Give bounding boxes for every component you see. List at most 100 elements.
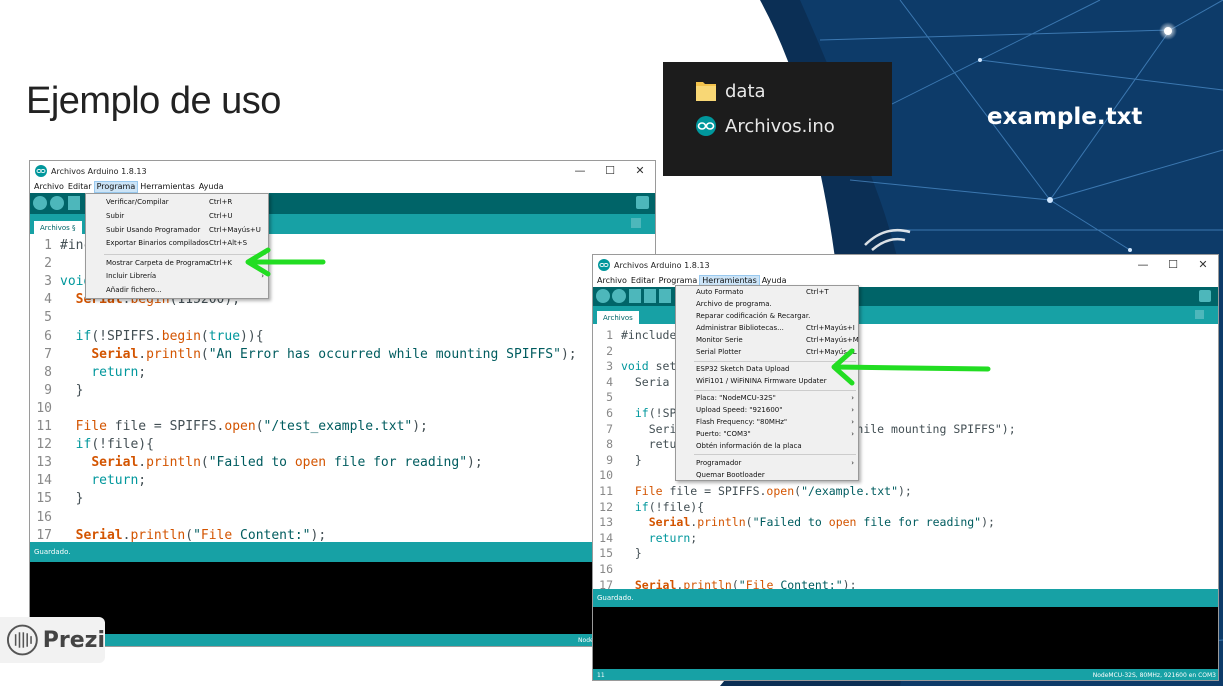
line-number: 2 <box>606 343 613 358</box>
code-line: Serial.println("Failed to open file for … <box>91 455 483 471</box>
minimize-icon[interactable]: — <box>1128 255 1158 275</box>
code-line: File file = SPIFFS.open("/example.txt"); <box>634 484 912 498</box>
verify-button[interactable] <box>596 289 610 303</box>
line-number: 5 <box>606 390 613 405</box>
menu-item[interactable]: Verificar/Compilar Ctrl+R <box>86 198 268 209</box>
open-sketch-button[interactable] <box>644 289 656 303</box>
line-number: 15 <box>36 491 52 507</box>
menu-item-label: Administrar Bibliotecas... <box>696 324 784 332</box>
menu-item-shortcut: Ctrl+K <box>209 259 232 267</box>
code-line: return; <box>648 530 698 545</box>
line-number: 17 <box>36 527 52 543</box>
menu-item[interactable]: Archivo de programa. <box>676 300 858 311</box>
menu-separator <box>694 390 856 391</box>
menu-ayuda[interactable]: Ayuda <box>197 181 226 193</box>
tab-archivos[interactable]: Archivos <box>597 311 639 324</box>
arduino-icon <box>35 165 47 177</box>
programa-dropdown-menu: Verificar/Compilar Ctrl+R Subir Ctrl+U Subir… <box>85 193 269 299</box>
menu-item[interactable]: Obtén información de la placa <box>676 442 858 453</box>
maximize-icon[interactable]: ☐ <box>595 161 625 181</box>
menu-item-label: Añadir fichero... <box>106 286 162 294</box>
submenu-chevron-icon: › <box>851 418 854 426</box>
prezi-badge[interactable]: Prezi <box>0 617 105 663</box>
tab-archivos[interactable]: Archivos § <box>34 221 82 234</box>
menu-archivo[interactable]: Archivo <box>32 181 66 193</box>
line-number: 14 <box>599 530 613 545</box>
menu-item[interactable]: Flash Frequency: "80MHz" › <box>676 418 858 429</box>
menu-item[interactable]: Subir Usando Programador Ctrl+Mayús+U <box>86 226 268 237</box>
menu-item[interactable]: Puerto: "COM3" › <box>676 430 858 441</box>
menu-item[interactable]: Exportar Binarios compilados Ctrl+Alt+S <box>86 239 268 250</box>
folder-icon <box>696 82 716 101</box>
board-status-bar: 11 NodeMCU-32S, 80MHz, 921600 en COM3 <box>593 669 1218 680</box>
line-number: 8 <box>44 364 52 380</box>
code-line: Seria <box>621 374 670 389</box>
code-line: Serial.println("An Error has occurred wh… <box>91 346 577 362</box>
code-line: } <box>60 491 84 507</box>
arduino-icon <box>696 116 716 136</box>
code-line: void set <box>621 359 677 374</box>
console-status: Guardado. <box>593 589 1218 607</box>
code-line: #include <box>621 328 677 342</box>
menu-herramientas[interactable]: Herramientas <box>138 181 197 193</box>
tab-menu-chevron-icon[interactable] <box>1195 310 1204 319</box>
menu-item[interactable]: Subir Ctrl+U <box>86 212 268 223</box>
menu-item[interactable]: WiFi101 / WiFiNINA Firmware Updater <box>676 377 858 388</box>
close-icon[interactable]: ✕ <box>1188 255 1218 275</box>
upload-button[interactable] <box>50 196 64 210</box>
submenu-chevron-icon: › <box>851 394 854 402</box>
line-number: 13 <box>599 515 613 530</box>
save-sketch-button[interactable] <box>659 289 671 303</box>
close-icon[interactable]: ✕ <box>625 161 655 181</box>
menu-item[interactable]: Reparar codificación & Recargar. <box>676 312 858 323</box>
new-sketch-button[interactable] <box>629 289 641 303</box>
menu-item-label: Upload Speed: "921600" <box>696 406 783 414</box>
line-number: 15 <box>599 546 613 561</box>
verify-button[interactable] <box>33 196 47 210</box>
line-number: 10 <box>36 400 52 416</box>
menu-archivo[interactable]: Archivo <box>595 275 629 287</box>
maximize-icon[interactable]: ☐ <box>1158 255 1188 275</box>
line-number: 14 <box>36 473 52 489</box>
menu-editar[interactable]: Editar <box>66 181 94 193</box>
menu-item[interactable]: Auto Formato Ctrl+T <box>676 288 858 299</box>
herramientas-dropdown-menu: Auto Formato Ctrl+T Archivo de programa. Re… <box>675 285 859 481</box>
menu-item[interactable]: Quemar Bootloader <box>676 471 858 482</box>
line-number: 9 <box>606 452 613 467</box>
serial-monitor-icon[interactable] <box>1199 290 1211 302</box>
upload-button[interactable] <box>612 289 626 303</box>
arduino-ide-window-programa: Archivos Arduino 1.8.13 — ☐ ✕ Archivo Ed… <box>29 160 656 647</box>
submenu-chevron-icon: › <box>261 272 264 280</box>
menu-item[interactable]: Mostrar Carpeta de Programa Ctrl+K <box>86 259 268 270</box>
serial-monitor-icon[interactable] <box>636 196 649 209</box>
prezi-label: Prezi <box>42 627 105 653</box>
menu-editar[interactable]: Editar <box>629 275 657 287</box>
code-line: Serial.println("File Content:"); <box>75 527 327 543</box>
menu-item[interactable]: Añadir fichero... <box>86 286 268 297</box>
line-number: 8 <box>606 437 613 452</box>
menu-item[interactable]: Serial Plotter Ctrl+Mayús+L <box>676 348 858 359</box>
menu-item[interactable]: Monitor Serie Ctrl+Mayús+M <box>676 336 859 347</box>
menu-programa[interactable]: Programa <box>93 181 139 193</box>
board-status: NodeMCU-32S, 80MHz, 921600 en COM3 <box>1092 672 1216 679</box>
menu-item[interactable]: Placa: "NodeMCU-32S" › <box>676 394 858 405</box>
menu-item[interactable]: Upload Speed: "921600" › <box>676 406 858 417</box>
explorer-item-data[interactable]: data <box>695 79 766 103</box>
menu-item-shortcut: Ctrl+Mayús+L <box>806 348 857 356</box>
line-number: 11 <box>599 484 613 498</box>
explorer-item-archivos-ino[interactable]: Archivos.ino <box>695 114 835 138</box>
line-number: 3 <box>44 274 52 290</box>
menu-separator <box>694 454 856 455</box>
menu-item[interactable]: Programador › <box>676 459 858 470</box>
code-line: if(!SPIFFS.begin(true)){ <box>75 328 264 344</box>
tab-menu-chevron-icon[interactable] <box>631 218 641 228</box>
menu-bar: Archivo Editar Programa Herramientas Ayu… <box>30 181 655 193</box>
minimize-icon[interactable]: — <box>565 161 595 181</box>
menu-item[interactable]: ESP32 Sketch Data Upload <box>676 365 858 376</box>
menu-item[interactable]: Administrar Bibliotecas... Ctrl+Mayús+I <box>676 324 858 335</box>
code-line: if(!SP <box>634 406 677 420</box>
window-title: Archivos Arduino 1.8.13 <box>51 166 147 176</box>
code-line: if(!file){ <box>75 437 154 453</box>
menu-item[interactable]: Incluir Librería › <box>86 272 268 283</box>
new-sketch-button[interactable] <box>68 196 80 210</box>
